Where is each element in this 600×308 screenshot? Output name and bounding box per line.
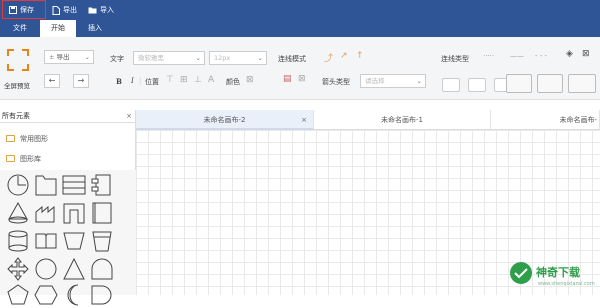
ribbon: 全屏预览 ± 导出 ⌄ ← → 文字 微软雅黑 ⌄ 12px ⌄ B I | 位置 ⊤… (0, 37, 600, 100)
shape-library (0, 170, 136, 306)
import-label: 导入 (100, 6, 114, 14)
export-select-value: 导出 (56, 53, 70, 61)
dotted-line-option[interactable]: ····· (483, 52, 494, 60)
tab-insert[interactable]: 插入 (80, 20, 110, 37)
shape-component-icon[interactable] (89, 172, 115, 198)
bold-button[interactable]: B (116, 77, 122, 86)
fullscreen-label: 全屏预览 (4, 82, 30, 90)
line-clear-icon[interactable]: ⊠ (298, 74, 306, 84)
style-template-1[interactable] (442, 78, 460, 92)
shape-pentagon-icon[interactable] (5, 282, 31, 308)
watermark-logo: 神奇下载 www.shenqixiazai.com (510, 262, 596, 294)
arrow-type-label: 箭头类型 (322, 78, 350, 86)
close-tab-icon[interactable]: × (301, 110, 307, 130)
canvas-tab-2[interactable]: 未命名画布-2 × (136, 110, 314, 130)
shape-cylinder-icon[interactable] (5, 228, 31, 254)
shape-clock-icon[interactable] (5, 172, 31, 198)
font-size-value: 12px (214, 54, 231, 62)
align-top-icon[interactable]: ⊤ (166, 75, 174, 85)
line-color-icon[interactable]: ▤ (283, 74, 292, 84)
canvas-tab-label: 未命名画布- (559, 116, 597, 124)
group-common-shapes[interactable]: 常用图形 (0, 130, 136, 148)
shape-list-icon[interactable] (61, 172, 87, 198)
curve-line-icon[interactable]: ⤴ (324, 51, 333, 64)
collapse-icon[interactable]: × (126, 110, 132, 123)
shape-cross-arrows-icon[interactable] (5, 256, 31, 282)
vertical-line-icon[interactable]: ↑ (356, 51, 364, 61)
clear-format-icon[interactable]: ⊠ (246, 75, 254, 85)
group-shape-library[interactable]: 图形库 (0, 150, 136, 168)
line-mode-label: 连线模式 (278, 55, 306, 63)
shape-cone-icon[interactable] (5, 200, 31, 226)
save-label: 保存 (20, 5, 34, 14)
position-label: 位置 (145, 78, 159, 86)
save-button[interactable]: 保存 (2, 0, 46, 19)
top-toolbar: 保存 导出 导入 (0, 0, 600, 20)
shape-factory-icon[interactable] (33, 200, 59, 226)
sidebar: 所有元素 × 常用图形 图形库 (0, 110, 136, 306)
shape-trapezoid-icon[interactable] (61, 228, 87, 254)
group-label: 常用图形 (20, 135, 48, 143)
canvas-tab-3[interactable]: 未命名画布- (491, 110, 600, 130)
align-bottom-icon[interactable]: ⊥ (194, 75, 202, 85)
style-template-4[interactable] (506, 74, 532, 93)
style-template-5[interactable] (537, 74, 563, 93)
canvas-tab-label: 未命名画布-1 (381, 116, 423, 124)
arrow-type-value: 请选择 (365, 77, 385, 85)
divider: | (139, 77, 142, 85)
line-type-label: 连线类型 (441, 55, 469, 63)
text-color-icon[interactable]: A (208, 75, 214, 85)
shape-card-icon[interactable] (89, 200, 115, 226)
shape-triangle-icon[interactable] (61, 256, 87, 282)
style-template-2[interactable] (468, 78, 486, 92)
font-size-select[interactable]: 12px ⌄ (209, 51, 267, 65)
border-clear-icon[interactable]: ⊠ (582, 49, 590, 59)
shape-arch-icon[interactable] (89, 256, 115, 282)
watermark-text: 神奇下载 (536, 266, 580, 279)
shape-hexagon-icon[interactable] (33, 282, 59, 308)
sidebar-header: 所有元素 × (0, 110, 136, 123)
shape-cup-icon[interactable] (89, 228, 115, 254)
shape-book-icon[interactable] (33, 228, 59, 254)
canvas-tab-label: 未命名画布-2 (203, 116, 246, 124)
undo-button[interactable]: ← (44, 74, 60, 88)
shape-gate-icon[interactable] (61, 200, 87, 226)
text-label: 文字 (110, 55, 124, 63)
arrow-type-select[interactable]: 请选择 ⌄ (360, 74, 426, 88)
redo-button[interactable]: → (73, 74, 89, 88)
shape-delay-icon[interactable] (89, 282, 115, 308)
font-select-value: 微软雅黑 (138, 54, 164, 62)
italic-button[interactable]: I (131, 77, 134, 85)
menu-bar: 文件 开始 插入 (0, 20, 600, 37)
floppy-disk-icon (9, 5, 17, 14)
solid-line-option[interactable]: —— (510, 52, 524, 60)
color-label: 颜色 (226, 78, 240, 86)
tab-start[interactable]: 开始 (40, 20, 76, 37)
folder-icon (6, 135, 15, 142)
import-folder-icon (88, 7, 97, 14)
canvas-tab-bar: 未命名画布-2 × 未命名画布-1 未命名画布- (136, 110, 600, 130)
fullscreen-icon[interactable] (7, 49, 29, 71)
straight-line-icon[interactable]: ↗ (340, 51, 348, 61)
folder-icon (6, 155, 15, 162)
canvas-tab-1[interactable]: 未命名画布-1 (314, 110, 491, 130)
import-button[interactable]: 导入 (88, 0, 114, 20)
shape-circle-icon[interactable] (33, 256, 59, 282)
dashed-line-option[interactable]: - - - (535, 52, 547, 60)
export-select[interactable]: ± 导出 ⌄ (44, 50, 94, 64)
align-middle-icon[interactable]: ⊞ (180, 75, 188, 85)
font-select[interactable]: 微软雅黑 ⌄ (133, 51, 205, 65)
export-label: 导出 (63, 6, 77, 14)
watermark-url: www.shenqixiazai.com (538, 281, 595, 287)
shape-moon-icon[interactable] (61, 282, 87, 308)
watermark-circle-icon (510, 262, 532, 284)
style-template-6[interactable] (568, 74, 596, 93)
sidebar-title: 所有元素 (2, 112, 30, 120)
shape-tab-icon[interactable] (33, 172, 59, 198)
tab-file[interactable]: 文件 (5, 20, 35, 37)
export-button[interactable]: 导出 (52, 0, 77, 20)
group-label: 图形库 (20, 155, 41, 163)
export-file-icon (52, 5, 60, 15)
fill-bucket-icon[interactable]: ◈ (566, 49, 573, 59)
